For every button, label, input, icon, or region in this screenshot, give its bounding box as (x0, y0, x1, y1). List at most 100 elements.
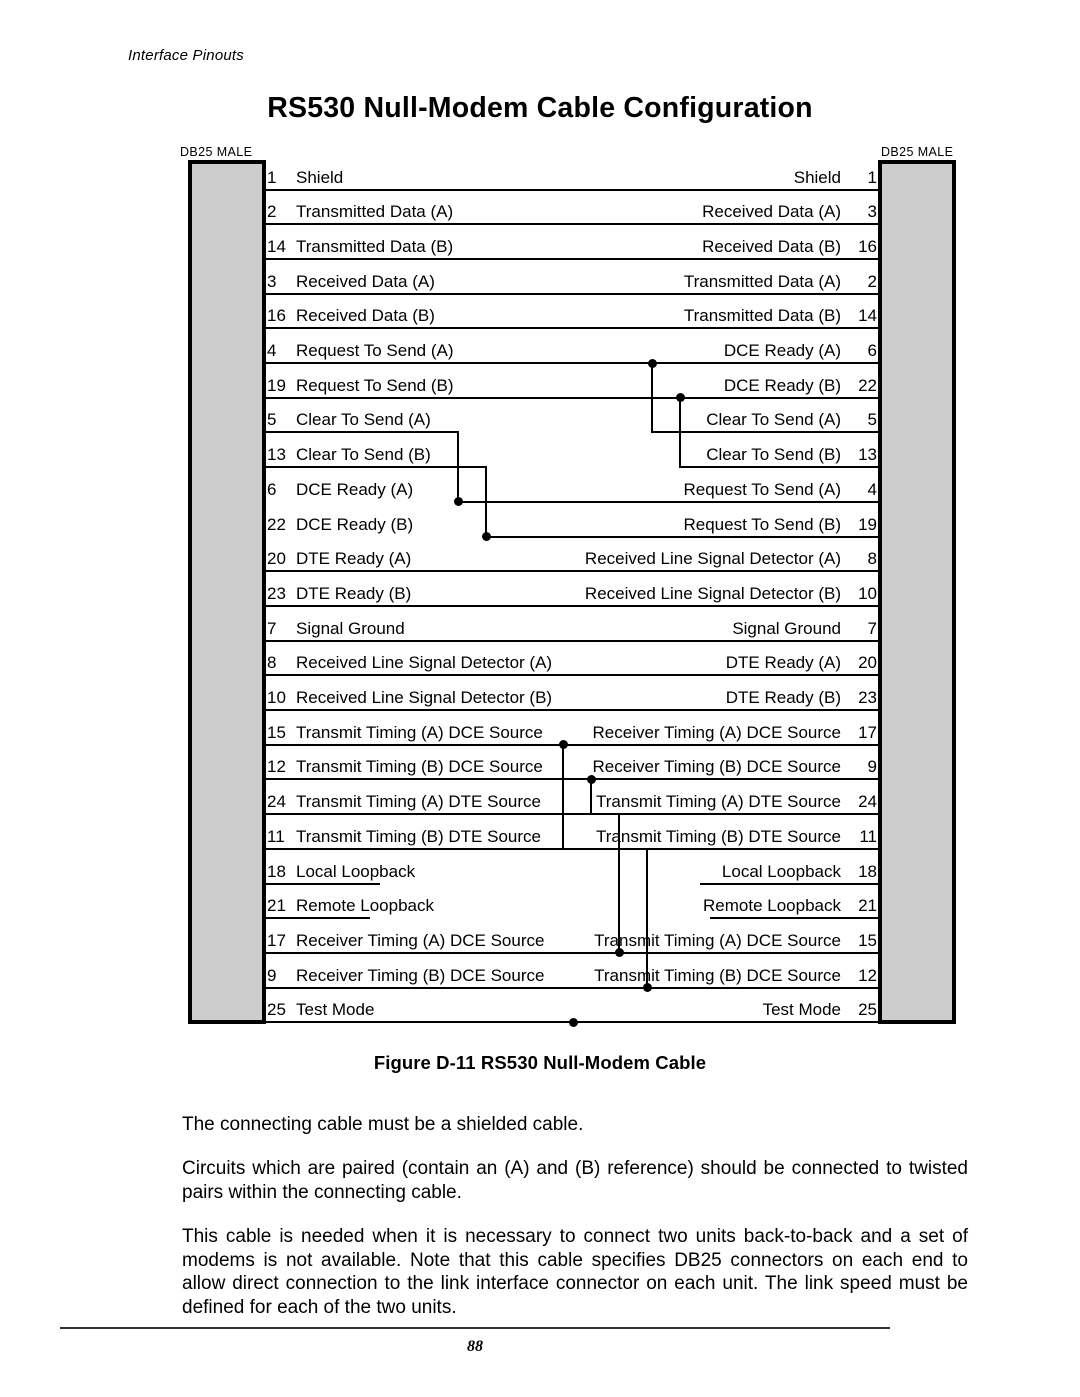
wire-local-loopback-right-stub (700, 882, 878, 885)
right-pin-label: DCE Ready (A) (723, 341, 841, 360)
right-pin-label: DTE Ready (B) (725, 688, 841, 707)
footer-rule (60, 1327, 890, 1329)
wire-right-tt-b-dte-stub (646, 847, 878, 850)
wire-junction-dot (647, 358, 657, 368)
wire-left-cts-b-stub (266, 466, 485, 469)
wire-right-tt-a-dte-stub (618, 813, 878, 816)
wire-tt-b-dce-run (266, 778, 878, 781)
right-pin-number: 19 (858, 514, 877, 534)
left-pin-label: Shield (296, 167, 344, 187)
right-pin-label: Request To Send (B) (683, 514, 842, 534)
right-connector-caption: DB25 MALE (881, 145, 954, 159)
left-pin-label: DTE Ready (B) (296, 583, 412, 603)
wire-left-dce-b-run (485, 535, 878, 538)
right-pin-number: 9 (867, 757, 877, 777)
left-pin-label: Transmitted Data (A) (296, 202, 454, 222)
wire-junction-dot (614, 948, 624, 958)
wire-rt-b-dce-rise (646, 847, 648, 987)
wire-tt-a-dce-run (266, 743, 878, 746)
right-pin-number: 11 (859, 826, 877, 846)
right-pin-label: Received Data (B) (702, 236, 841, 256)
wire-rt-a-dce-run (266, 951, 878, 954)
right-pin-label: DTE Ready (A) (725, 653, 841, 673)
right-pin-label: Transmit Timing (B) DCE Source (594, 965, 841, 985)
right-pin-label: Signal Ground (732, 618, 841, 638)
right-pin-number: 21 (858, 896, 877, 916)
right-pin-label: Clear To Send (B) (706, 445, 841, 465)
paragraph-shielded-cable: The connecting cable must be a shielded … (182, 1114, 584, 1135)
wire-rt-a-dce-rise (618, 813, 620, 952)
right-pin-label: Received Line Signal Detector (B) (584, 583, 841, 603)
wire-left-cts-a-stub (266, 431, 457, 434)
right-pin-number: 6 (867, 341, 877, 360)
left-pin-label: DCE Ready (A) (296, 479, 414, 499)
right-pin-number: 23 (858, 688, 877, 707)
figure-caption: Figure D-11 RS530 Null-Modem Cable (373, 1052, 707, 1073)
right-pin-number: 22 (858, 375, 877, 395)
right-pin-number: 8 (867, 549, 877, 569)
wire-junction-dot (642, 983, 652, 993)
paragraph-usage-note: This cable is needed when it is necessar… (182, 1226, 968, 1318)
right-pin-number: 18 (858, 861, 877, 881)
wire-straight-row-2 (266, 257, 878, 260)
left-pin-label: Request To Send (A) (296, 341, 454, 360)
left-pin-label: Signal Ground (296, 618, 405, 638)
left-pin-label: Transmitted Data (B) (296, 236, 454, 256)
left-pin-label: DTE Ready (A) (296, 549, 412, 569)
db25-male-connector-right (878, 160, 956, 1024)
wire-local-loopback-left-stub (266, 882, 380, 885)
right-pin-label: Test Mode (762, 1000, 841, 1020)
wire-junction-dot (481, 532, 491, 541)
right-pin-label: Transmitted Data (B) (683, 306, 841, 326)
right-pin-number: 3 (867, 202, 877, 222)
right-pin-number: 5 (867, 410, 877, 430)
right-pin-label: Received Line Signal Detector (A) (584, 549, 841, 569)
wire-remote-loopback-right-stub (710, 917, 878, 920)
right-pin-number: 16 (858, 236, 877, 256)
page-number: 88 (467, 1338, 483, 1355)
wire-junction-dot (558, 740, 568, 750)
wire-straight-row-12 (266, 604, 878, 607)
left-pin-label: Clear To Send (A) (296, 410, 431, 430)
right-pin-number: 17 (858, 722, 877, 742)
right-pin-label: DCE Ready (B) (723, 375, 841, 395)
right-pin-number: 14 (858, 306, 877, 326)
wire-left-cts-b-drop (485, 466, 487, 536)
left-pin-label: Received Data (B) (296, 306, 435, 326)
left-pin-label: DCE Ready (B) (296, 514, 414, 534)
wire-tt-b-dte-stub (266, 847, 562, 850)
right-pin-number: 7 (867, 618, 877, 638)
right-pin-label: Clear To Send (A) (706, 410, 841, 430)
right-pin-label: Shield (793, 167, 841, 187)
paragraph-twisted-pairs: Circuits which are paired (contain an (A… (182, 1158, 968, 1203)
wire-straight-row-3 (266, 292, 878, 295)
wire-straight-row-4 (266, 327, 878, 330)
right-pin-number: 24 (858, 792, 877, 812)
wire-junction-dot (675, 393, 685, 403)
db25-male-connector-left (188, 160, 266, 1024)
right-pin-label: Transmit Timing (B) DTE Source (596, 826, 841, 846)
wire-straight-row-15 (266, 709, 878, 711)
wire-rt-b-dce-run (266, 986, 878, 989)
wire-straight-row-11 (266, 570, 878, 573)
right-pin-label: Request To Send (A) (683, 479, 842, 499)
right-pin-label: Remote Loopback (703, 896, 841, 916)
right-pin-label: Receiver Timing (A) DCE Source (592, 722, 841, 742)
right-pin-label: Transmit Timing (A) DTE Source (596, 792, 841, 812)
wire-straight-row-0 (266, 188, 878, 191)
right-pin-number: 4 (867, 479, 877, 499)
wire-tt-a-dte-stub (266, 813, 590, 816)
wire-straight-row-1 (266, 223, 878, 226)
wire-straight-row-13 (266, 639, 878, 642)
right-pin-label: Transmit Timing (A) DCE Source (594, 930, 841, 950)
wire-left-dce-a-run (457, 500, 878, 503)
right-pin-number: 12 (858, 965, 877, 985)
wire-right-cts-a-stub (651, 431, 878, 434)
right-pin-number: 10 (858, 583, 877, 603)
right-pin-number: 1 (867, 167, 877, 187)
right-pin-label: Transmitted Data (A) (683, 271, 841, 291)
wire-right-dce-a-run (266, 362, 878, 364)
left-pin-label: Clear To Send (B) (296, 445, 431, 465)
right-pin-number: 20 (858, 653, 877, 673)
left-connector-caption: DB25 MALE (180, 145, 253, 159)
